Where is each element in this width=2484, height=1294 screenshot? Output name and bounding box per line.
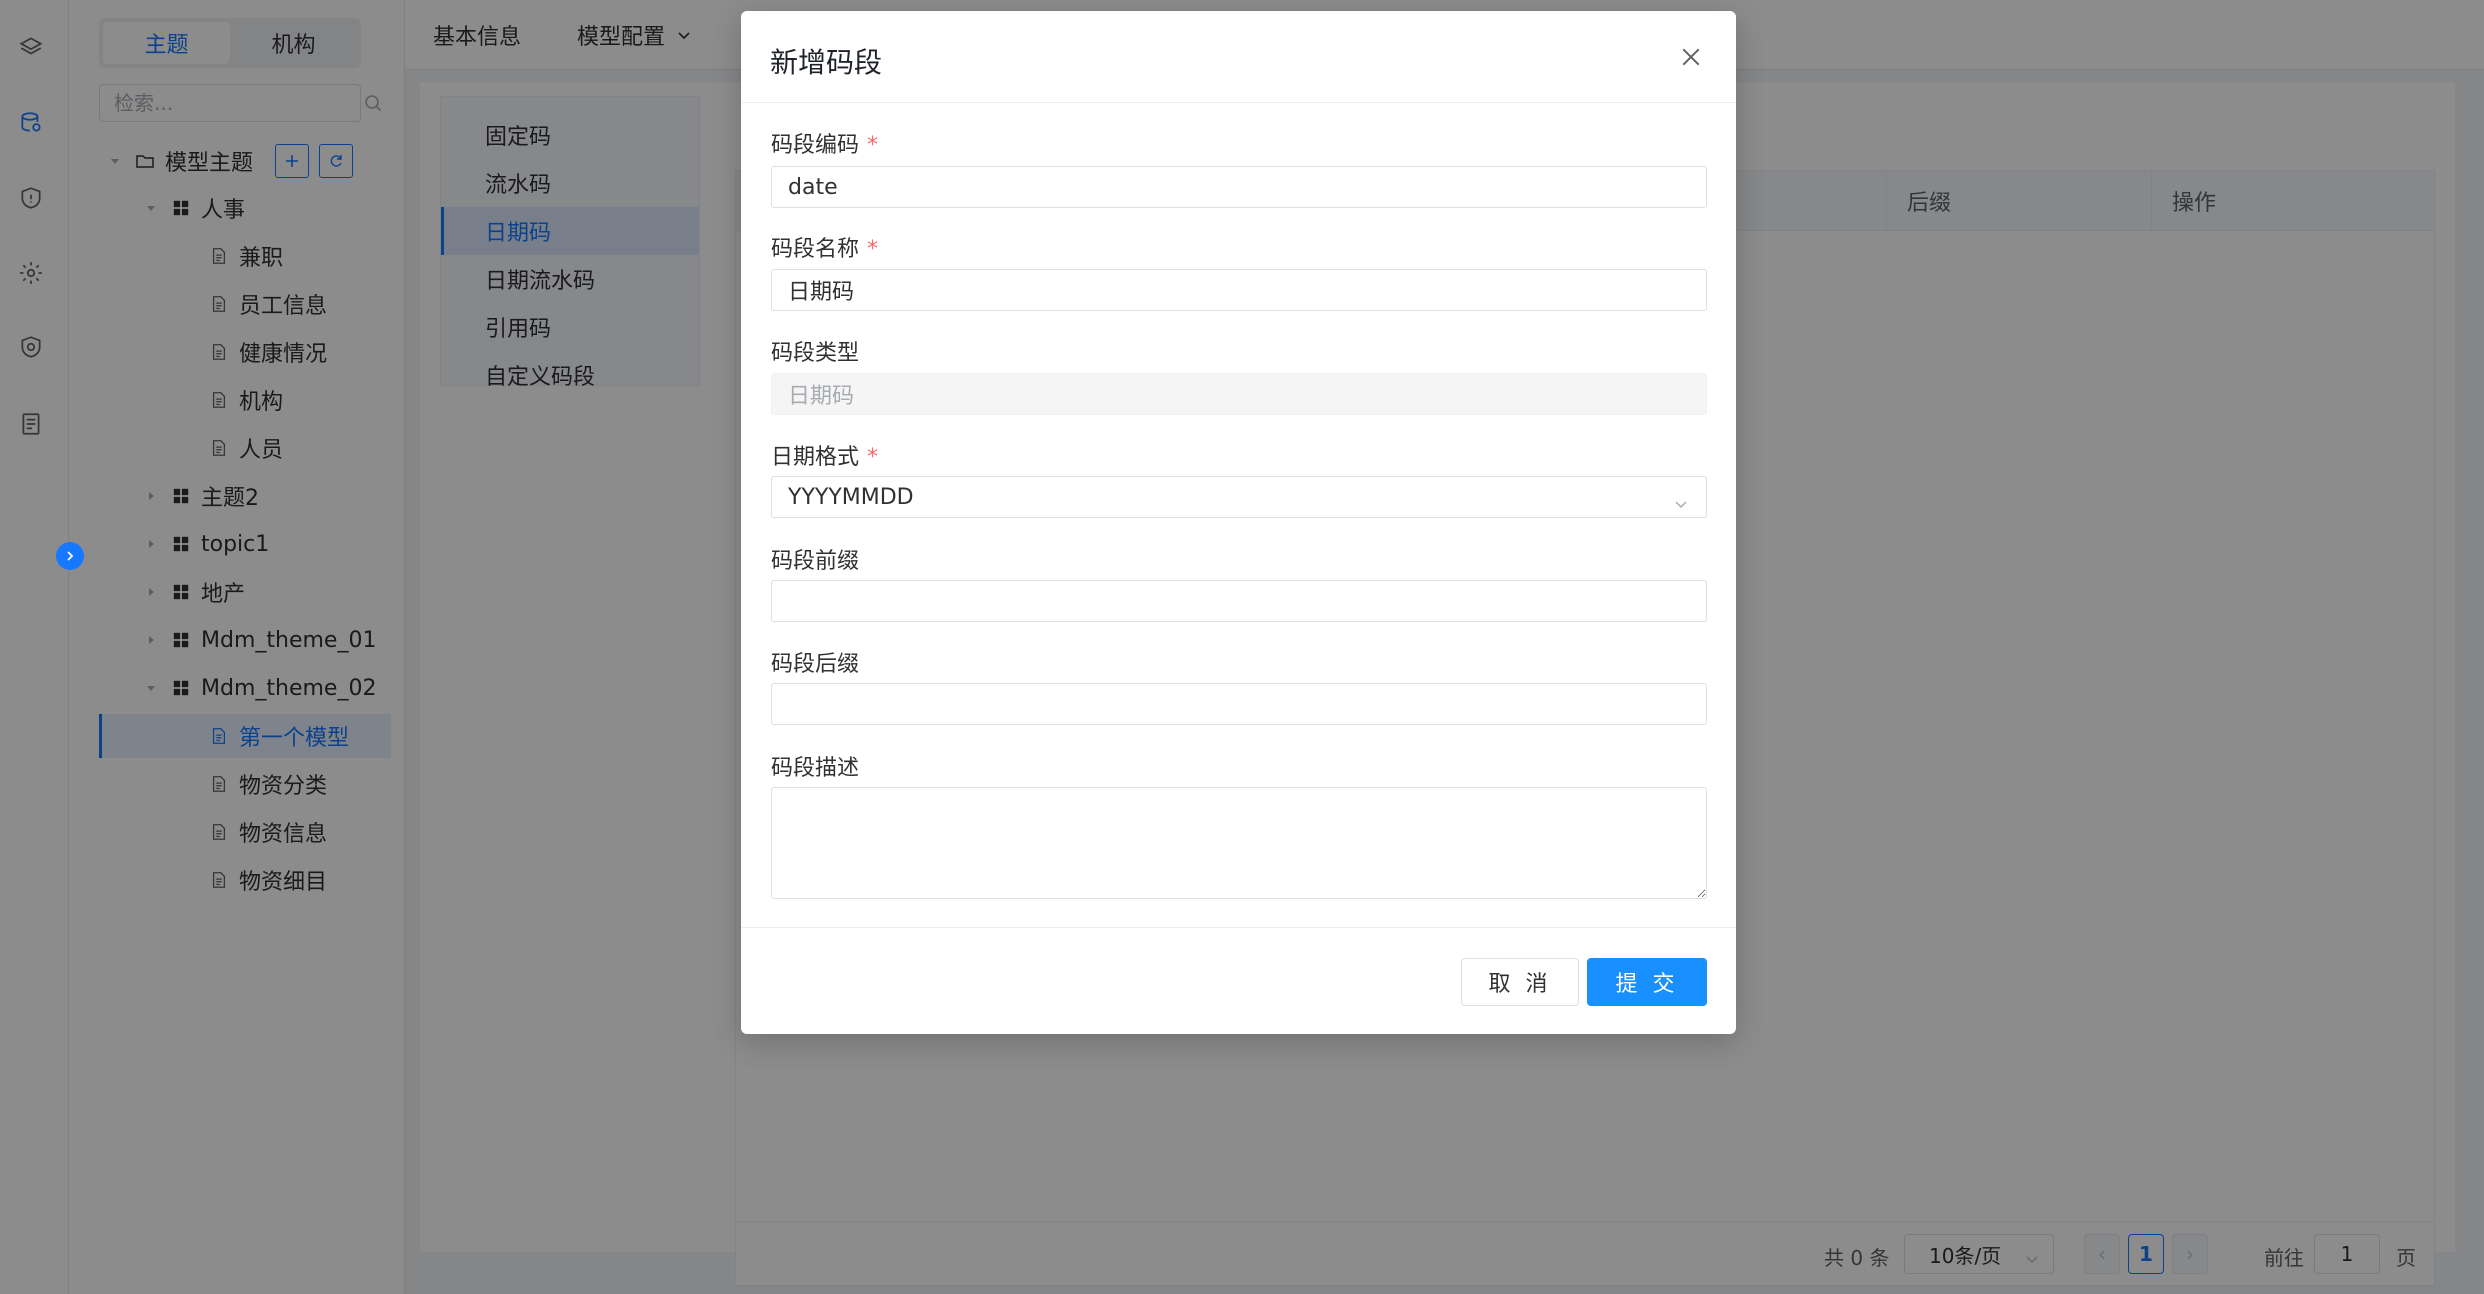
name-label-text: 码段名称: [771, 237, 860, 262]
type-label: 码段类型: [771, 341, 860, 366]
description-label: 码段描述: [771, 756, 860, 781]
dialog-header: 新增码段: [741, 11, 1736, 103]
required-mark: *: [867, 445, 879, 470]
required-mark: *: [867, 237, 879, 262]
submit-button[interactable]: 提 交: [1587, 958, 1707, 1006]
required-mark: *: [867, 133, 879, 158]
code-label-text: 码段编码: [771, 133, 860, 158]
name-label: 码段名称 *: [771, 231, 878, 263]
dialog-title: 新增码段: [770, 46, 883, 79]
suffix-label: 码段后缀: [771, 652, 860, 677]
description-textarea[interactable]: [771, 787, 1707, 899]
prefix-label: 码段前缀: [771, 549, 860, 574]
type-input: [771, 373, 1707, 415]
dialog-footer: 取 消 提 交: [741, 927, 1736, 1034]
expand-rail-button[interactable]: [56, 542, 84, 570]
format-label: 日期格式 *: [771, 439, 878, 471]
date-format-value: YYYYMMDD: [788, 484, 914, 510]
date-format-select[interactable]: YYYYMMDD: [771, 476, 1707, 518]
format-label-text: 日期格式: [771, 445, 860, 470]
add-code-segment-dialog: 新增码段 码段编码 * 码段名称 * 码段类型 日期格式 * YYYYMMDD 码段前…: [741, 11, 1736, 1034]
close-icon[interactable]: [1673, 39, 1709, 75]
cancel-button[interactable]: 取 消: [1461, 958, 1579, 1006]
code-input[interactable]: [771, 166, 1707, 208]
chevron-down-icon: [1674, 492, 1688, 517]
name-input[interactable]: [771, 269, 1707, 311]
chevron-right-icon: [64, 550, 76, 562]
suffix-input[interactable]: [771, 683, 1707, 725]
prefix-input[interactable]: [771, 580, 1707, 622]
code-label: 码段编码 *: [771, 127, 878, 159]
